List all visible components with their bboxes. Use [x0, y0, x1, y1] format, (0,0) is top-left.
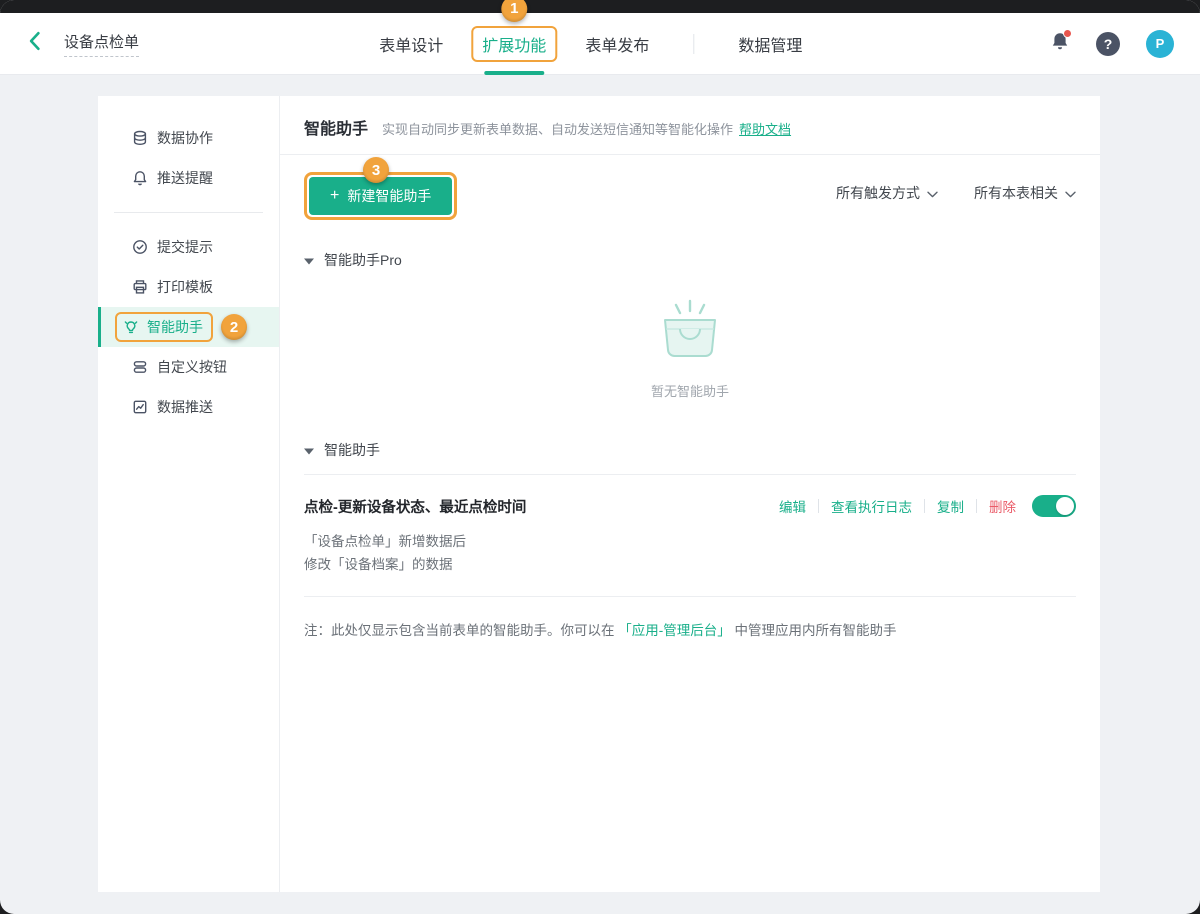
trigger-type-filter-label: 所有触发方式 [836, 185, 920, 201]
assistant-list-item: 点检-更新设备状态、最近点检时间 编辑 查看执行日志 复制 删除 「设备点检单」… [280, 475, 1100, 576]
window-chrome-strip [0, 0, 1200, 13]
table-relation-filter[interactable]: 所有本表相关 [974, 183, 1076, 203]
action-separator [924, 499, 925, 513]
check-circle-icon [132, 239, 148, 255]
sidebar: 数据协作 推送提醒 提交提示 打印模板 智能助手 2 自定义按钮 数据推送 [98, 96, 280, 892]
annotation-step-3-box: 3 + 新建智能助手 [304, 157, 458, 220]
annotation-step-1-badge: 1 [501, 0, 528, 22]
plus-icon: + [330, 187, 340, 204]
pro-empty-text: 暂无智能助手 [650, 384, 729, 399]
chart-icon [132, 399, 148, 415]
sidebar-item-label: 智能助手 [147, 319, 203, 335]
collapse-triangle-icon [304, 252, 314, 268]
table-relation-filter-label: 所有本表相关 [974, 185, 1058, 201]
sidebar-item-smart-assistant[interactable]: 智能助手 2 [98, 307, 279, 347]
filters: 所有触发方式 所有本表相关 [836, 183, 1076, 209]
new-assistant-button-label: 新建智能助手 [347, 188, 432, 204]
copy-link[interactable]: 复制 [937, 496, 964, 516]
topbar-right: ? P [1050, 28, 1174, 58]
help-button[interactable]: ? [1096, 31, 1120, 56]
bulb-icon [123, 319, 139, 335]
assistant-item-actions: 编辑 查看执行日志 复制 删除 [779, 495, 1076, 517]
topbar: 设备点检单 表单设计 1 扩展功能 表单发布 数据管理 ? P [0, 0, 1200, 75]
action-separator [976, 499, 977, 513]
sidebar-item-label: 提交提示 [157, 239, 213, 255]
avatar-initial: P [1155, 36, 1165, 51]
tab-extensions-wrap: 1 扩展功能 [471, 0, 558, 75]
assistant-enabled-toggle[interactable] [1032, 495, 1076, 517]
annotation-step-2-badge: 2 [221, 314, 247, 340]
sidebar-item-label: 打印模板 [157, 279, 213, 295]
sidebar-item-label: 数据协作 [157, 130, 213, 146]
page-title: 智能助手 [304, 121, 369, 138]
notification-dot [1063, 28, 1072, 38]
tab-divider [693, 33, 695, 54]
annotation-step-3-badge: 3 [363, 157, 389, 183]
list-section-header[interactable]: 智能助手 [280, 440, 1100, 460]
main-header: 智能助手 实现自动同步更新表单数据、自动发送短信通知等智能化操作 帮助文档 [280, 96, 1100, 155]
form-title[interactable]: 设备点检单 [64, 31, 140, 57]
footer-note: 注：此处仅显示包含当前表单的智能助手。你可以在 「应用-管理后台」 中管理应用内… [280, 597, 1100, 639]
buttons-icon [132, 359, 148, 375]
sidebar-item-label: 推送提醒 [157, 170, 213, 186]
sidebar-item-label: 自定义按钮 [157, 359, 227, 375]
chevron-down-icon [1065, 185, 1076, 201]
toggle-knob [1056, 497, 1074, 515]
notification-bell-button[interactable] [1050, 28, 1072, 57]
list-section-label: 智能助手 [324, 442, 380, 458]
note-text: 注：此处仅显示包含当前表单的智能助手。你可以在 [304, 623, 615, 638]
content-panel: 数据协作 推送提醒 提交提示 打印模板 智能助手 2 自定义按钮 数据推送 智能… [98, 96, 1100, 892]
pro-section-label: 智能助手Pro [324, 252, 402, 268]
new-assistant-button[interactable]: + 新建智能助手 [309, 177, 453, 215]
trigger-line: 「设备点检单」新增数据后 [304, 534, 466, 549]
toolbar: 3 + 新建智能助手 所有触发方式 所有本表相关 [280, 155, 1100, 230]
sidebar-item-data-collaboration[interactable]: 数据协作 [98, 118, 279, 158]
action-separator [818, 499, 819, 513]
app-window: 设备点检单 表单设计 1 扩展功能 表单发布 数据管理 ? P 数据协作 推送提… [0, 0, 1200, 914]
sidebar-item-submit-prompt[interactable]: 提交提示 [98, 227, 279, 267]
trigger-type-filter[interactable]: 所有触发方式 [836, 183, 938, 203]
pro-empty-state: 暂无智能助手 [280, 270, 1100, 430]
sidebar-item-push-reminder[interactable]: 推送提醒 [98, 158, 279, 198]
collapse-triangle-icon [304, 442, 314, 458]
action-line: 修改「设备档案」的数据 [304, 557, 453, 572]
bell-outline-icon [132, 170, 148, 186]
main-content: 智能助手 实现自动同步更新表单数据、自动发送短信通知等智能化操作 帮助文档 3 … [280, 96, 1100, 892]
user-avatar[interactable]: P [1146, 29, 1174, 58]
sidebar-item-print-template[interactable]: 打印模板 [98, 267, 279, 307]
edit-link[interactable]: 编辑 [779, 496, 806, 516]
tab-data-management[interactable]: 数据管理 [738, 32, 802, 56]
sidebar-divider [114, 212, 263, 213]
assistant-item-title: 点检-更新设备状态、最近点检时间 [304, 499, 527, 516]
tab-form-publish[interactable]: 表单发布 [585, 32, 649, 56]
tab-bar: 表单设计 1 扩展功能 表单发布 数据管理 [361, 0, 820, 75]
pro-section-header[interactable]: 智能助手Pro [280, 250, 1100, 270]
tab-form-design[interactable]: 表单设计 [379, 32, 443, 56]
annotation-step-2-box: 智能助手 [115, 312, 213, 342]
question-mark-icon: ? [1103, 35, 1113, 52]
back-chevron-icon [26, 31, 44, 56]
help-doc-link[interactable]: 帮助文档 [739, 119, 791, 138]
note-text: 中管理应用内所有智能助手 [734, 623, 897, 638]
admin-console-link[interactable]: 「应用-管理后台」 [618, 623, 731, 638]
back-button[interactable] [26, 31, 44, 56]
sidebar-item-custom-button[interactable]: 自定义按钮 [98, 347, 279, 387]
empty-inbox-icon [651, 299, 729, 366]
page-subtitle: 实现自动同步更新表单数据、自动发送短信通知等智能化操作 [382, 122, 734, 137]
tab-extensions[interactable]: 扩展功能 [471, 25, 558, 62]
sidebar-item-label: 数据推送 [157, 399, 213, 415]
view-logs-link[interactable]: 查看执行日志 [831, 496, 912, 516]
printer-icon [132, 279, 148, 295]
chevron-down-icon [927, 185, 938, 201]
assistant-item-description: 「设备点检单」新增数据后 修改「设备档案」的数据 [304, 530, 1076, 576]
sidebar-item-data-push[interactable]: 数据推送 [98, 387, 279, 427]
active-tab-underline [484, 70, 545, 75]
delete-link[interactable]: 删除 [989, 496, 1016, 516]
assistant-item-row: 点检-更新设备状态、最近点检时间 编辑 查看执行日志 复制 删除 [304, 495, 1076, 517]
database-icon [132, 130, 148, 146]
